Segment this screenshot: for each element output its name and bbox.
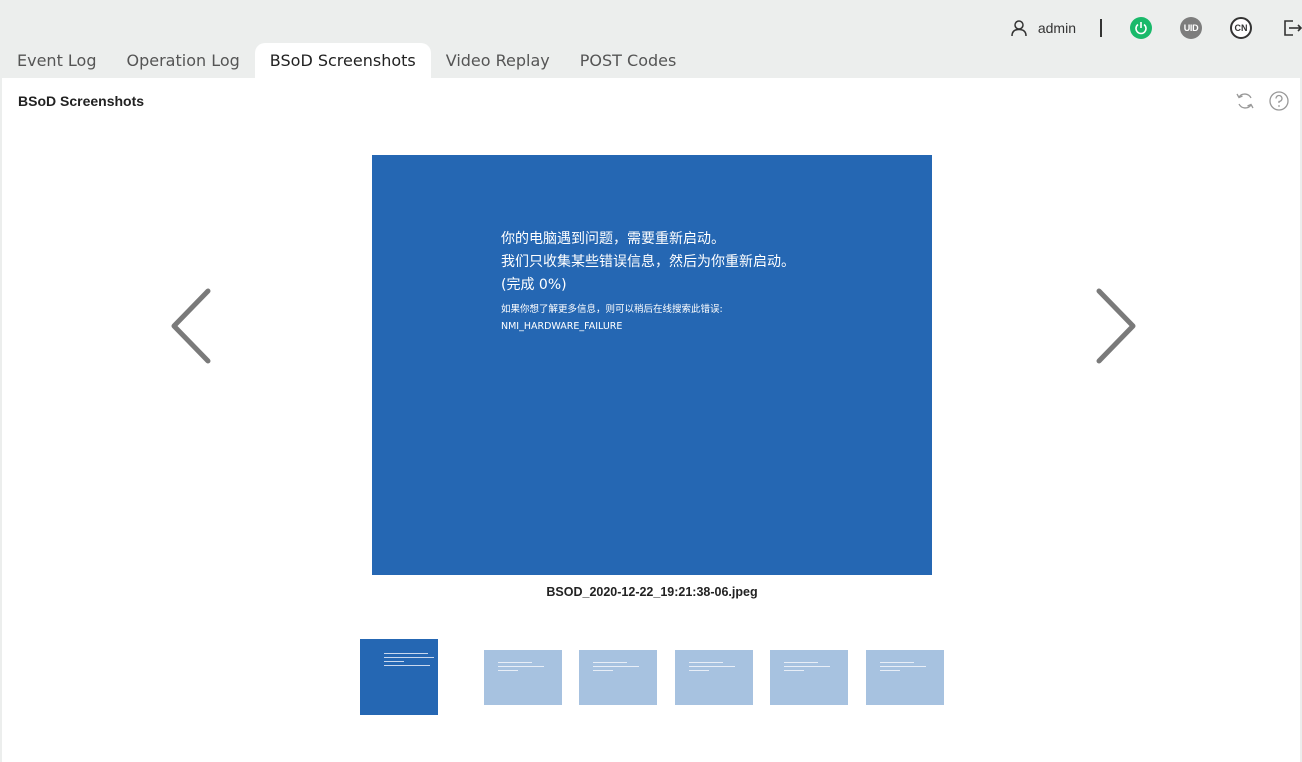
thumbnail[interactable] [579, 650, 657, 705]
header-divider [1100, 19, 1102, 37]
logout-icon[interactable] [1280, 17, 1302, 39]
user-icon [1011, 20, 1027, 37]
thumbnail[interactable] [675, 650, 753, 705]
refresh-icon[interactable] [1234, 90, 1256, 112]
page-title: BSoD Screenshots [18, 93, 145, 109]
previous-arrow-icon[interactable] [160, 281, 220, 371]
thumbnail[interactable] [770, 650, 848, 705]
tab-event-log[interactable]: Event Log [2, 43, 112, 78]
thumbnail[interactable] [484, 650, 562, 705]
next-arrow-icon[interactable] [1085, 281, 1145, 371]
help-icon[interactable] [1268, 90, 1290, 112]
image-filename: BSOD_2020-12-22_19:21:38-06.jpeg [546, 585, 758, 599]
bsod-screenshot-image: 你的电脑遇到问题，需要重新启动。 我们只收集某些错误信息，然后为你重新启动。 (… [372, 155, 932, 575]
tab-operation-log[interactable]: Operation Log [112, 43, 255, 78]
user-area: admin UID CN [1010, 14, 1302, 42]
bsod-error-code: NMI_HARDWARE_FAILURE [501, 321, 623, 332]
content-panel: BSoD Screenshots 你的电脑遇到问题，需要重新启动。 我们只收集某… [2, 78, 1300, 762]
bsod-line: (完成 0%) [501, 277, 567, 293]
bsod-small-line: 如果你想了解更多信息，则可以稍后在线搜索此错误: [501, 304, 723, 315]
thumbnail[interactable] [866, 650, 944, 705]
top-header: admin UID CN Event Log Operation Log BSo… [0, 0, 1302, 78]
bsod-line: 你的电脑遇到问题，需要重新启动。 [501, 231, 725, 247]
tab-post-codes[interactable]: POST Codes [565, 43, 692, 78]
uid-icon[interactable]: UID [1180, 17, 1202, 39]
bsod-message: 你的电脑遇到问题，需要重新启动。 我们只收集某些错误信息，然后为你重新启动。 (… [501, 228, 795, 335]
language-icon[interactable]: CN [1230, 17, 1252, 39]
panel-tools [1222, 90, 1290, 112]
username[interactable]: admin [1038, 20, 1076, 36]
tab-video-replay[interactable]: Video Replay [431, 43, 565, 78]
tab-bar: Event Log Operation Log BSoD Screenshots… [2, 43, 691, 78]
thumbnail[interactable] [360, 639, 438, 715]
bsod-line: 我们只收集某些错误信息，然后为你重新启动。 [501, 254, 795, 270]
power-icon[interactable] [1130, 17, 1152, 39]
tab-bsod-screenshots[interactable]: BSoD Screenshots [254, 43, 431, 78]
